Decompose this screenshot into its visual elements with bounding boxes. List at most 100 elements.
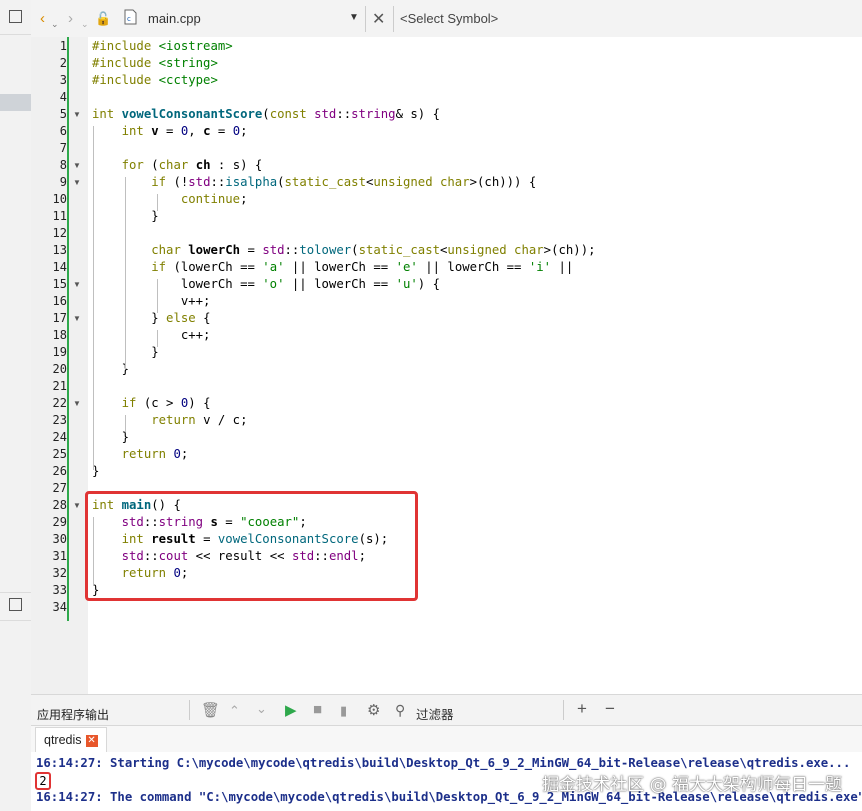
fold-marker-icon[interactable]: ▼: [73, 106, 81, 123]
line-number: 28: [52, 498, 67, 512]
line-number: 10: [52, 192, 67, 206]
code-line: c++;: [92, 328, 211, 342]
line-number: 20: [52, 362, 67, 376]
back-arrow-icon[interactable]: ‹: [40, 10, 45, 28]
attach-debugger-icon[interactable]: ▮: [340, 703, 347, 719]
output-tab-row: qtredis ✕: [31, 726, 862, 753]
tab-qtredis[interactable]: qtredis ✕: [35, 727, 107, 753]
indent-guide: [125, 177, 126, 369]
code-line: int vowelConsonantScore(const std::strin…: [92, 107, 440, 121]
line-number: 21: [52, 379, 67, 393]
line-number: 16: [52, 294, 67, 308]
side-pane-strip: [0, 0, 32, 811]
code-line: v++;: [92, 294, 211, 308]
fold-marker-icon[interactable]: ▼: [73, 497, 81, 514]
line-number: 3: [59, 73, 67, 87]
code-line: for (char ch : s) {: [121, 158, 263, 172]
line-number: 4: [59, 90, 67, 104]
code-line: char lowerCh = std::tolower(static_cast<…: [151, 243, 596, 257]
close-tab-icon[interactable]: ✕: [85, 734, 98, 747]
file-dropdown-icon[interactable]: ▼: [349, 12, 359, 23]
application-output[interactable]: 16:14:27: Starting C:\mycode\mycode\qtre…: [31, 752, 862, 811]
code-line: if (lowerCh == 'a' || lowerCh == 'e' || …: [151, 260, 574, 274]
fold-marker-icon[interactable]: ▼: [73, 174, 81, 191]
side-pane-selected-row[interactable]: [0, 94, 31, 111]
watermark-text: 掘金技术社区 @ 福大大架构师每日一题: [542, 775, 842, 795]
code-line: #include <string>: [92, 56, 218, 70]
output-pane-title: 应用程序输出: [37, 708, 110, 722]
fold-marker-icon[interactable]: ▼: [73, 395, 81, 412]
indent-guide: [157, 279, 158, 313]
run-icon[interactable]: ▶: [285, 701, 297, 719]
code-line: } else {: [92, 311, 211, 325]
code-line: return v / c;: [151, 413, 248, 427]
indent-guide: [125, 415, 126, 432]
line-number: 29: [52, 515, 67, 529]
collapse-down-icon[interactable]: [9, 598, 22, 611]
stop-icon[interactable]: ■: [313, 701, 322, 718]
editor-toolbar: ‹ ⌄ › ⌄ 🔓 c main.cpp ▼ ✕ <Select Symbol>: [31, 0, 862, 38]
next-item-icon[interactable]: ⌄: [256, 701, 267, 717]
filter-input[interactable]: 过滤器: [416, 704, 454, 723]
code-line: }: [92, 362, 130, 376]
line-number: 2: [59, 56, 67, 70]
line-number: 6: [59, 124, 67, 138]
symbol-selector[interactable]: <Select Symbol>: [400, 11, 498, 26]
indent-guide: [157, 330, 158, 347]
collapse-up-icon[interactable]: [9, 10, 22, 23]
change-marker-bar: [67, 37, 69, 621]
program-result-value: 2: [35, 772, 51, 790]
lock-icon: 🔓: [95, 11, 112, 26]
line-number: 7: [59, 141, 67, 155]
line-number: 33: [52, 583, 67, 597]
line-number: 27: [52, 481, 67, 495]
line-number: 11: [52, 209, 67, 223]
line-number: 1: [59, 39, 67, 53]
main-function-highlight-box: [85, 491, 418, 601]
line-number: 12: [52, 226, 67, 240]
line-number: 18: [52, 328, 67, 342]
cpp-file-icon: c: [124, 9, 137, 27]
zoom-out-icon[interactable]: −: [605, 699, 615, 719]
fold-marker-icon[interactable]: ▼: [73, 157, 81, 174]
line-number: 13: [52, 243, 67, 257]
tab-label: qtredis: [44, 733, 82, 747]
code-line: int v = 0, c = 0;: [121, 124, 248, 138]
fold-marker-icon[interactable]: ▼: [73, 310, 81, 327]
line-number: 22: [52, 396, 67, 410]
zoom-in-icon[interactable]: +: [577, 699, 587, 719]
code-line: return 0;: [121, 447, 189, 461]
code-line: lowerCh == 'o' || lowerCh == 'u') {: [92, 277, 440, 291]
line-number: 30: [52, 532, 67, 546]
line-number: 17: [52, 311, 67, 325]
file-name-selector[interactable]: main.cpp: [148, 11, 201, 26]
forward-dropdown-icon[interactable]: ⌄: [81, 15, 89, 33]
clear-output-icon[interactable]: 🗑: [201, 701, 220, 719]
close-document-icon[interactable]: ✕: [372, 9, 385, 29]
settings-gear-icon[interactable]: ⚙: [367, 701, 380, 719]
output-line-starting: 16:14:27: Starting C:\mycode\mycode\qtre…: [36, 756, 851, 770]
code-line: if (c > 0) {: [121, 396, 211, 410]
indent-guide: [157, 194, 158, 211]
line-number: 14: [52, 260, 67, 274]
line-number: 5: [59, 107, 67, 121]
line-number: 26: [52, 464, 67, 478]
output-pane-toolbar: 应用程序输出 🗑 ⌃ ⌄ ▶ ■ ▮ ⚙ ⚲ 过滤器 + −: [31, 694, 862, 726]
indent-guide: [93, 126, 94, 470]
line-number: 15: [52, 277, 67, 291]
forward-arrow-icon[interactable]: ›: [68, 10, 73, 28]
line-number: 25: [52, 447, 67, 461]
back-dropdown-icon[interactable]: ⌄: [51, 15, 59, 33]
filter-search-icon: ⚲: [395, 702, 406, 718]
fold-marker-icon[interactable]: ▼: [73, 276, 81, 293]
line-number: 32: [52, 566, 67, 580]
previous-item-icon[interactable]: ⌃: [229, 703, 240, 719]
code-line: }: [92, 430, 130, 444]
line-number: 31: [52, 549, 67, 563]
code-line: continue;: [180, 192, 248, 206]
code-line: #include <iostream>: [92, 39, 233, 53]
line-number: 34: [52, 600, 67, 614]
line-number: 9: [59, 175, 67, 189]
svg-text:c: c: [127, 15, 131, 23]
line-number: 24: [52, 430, 67, 444]
